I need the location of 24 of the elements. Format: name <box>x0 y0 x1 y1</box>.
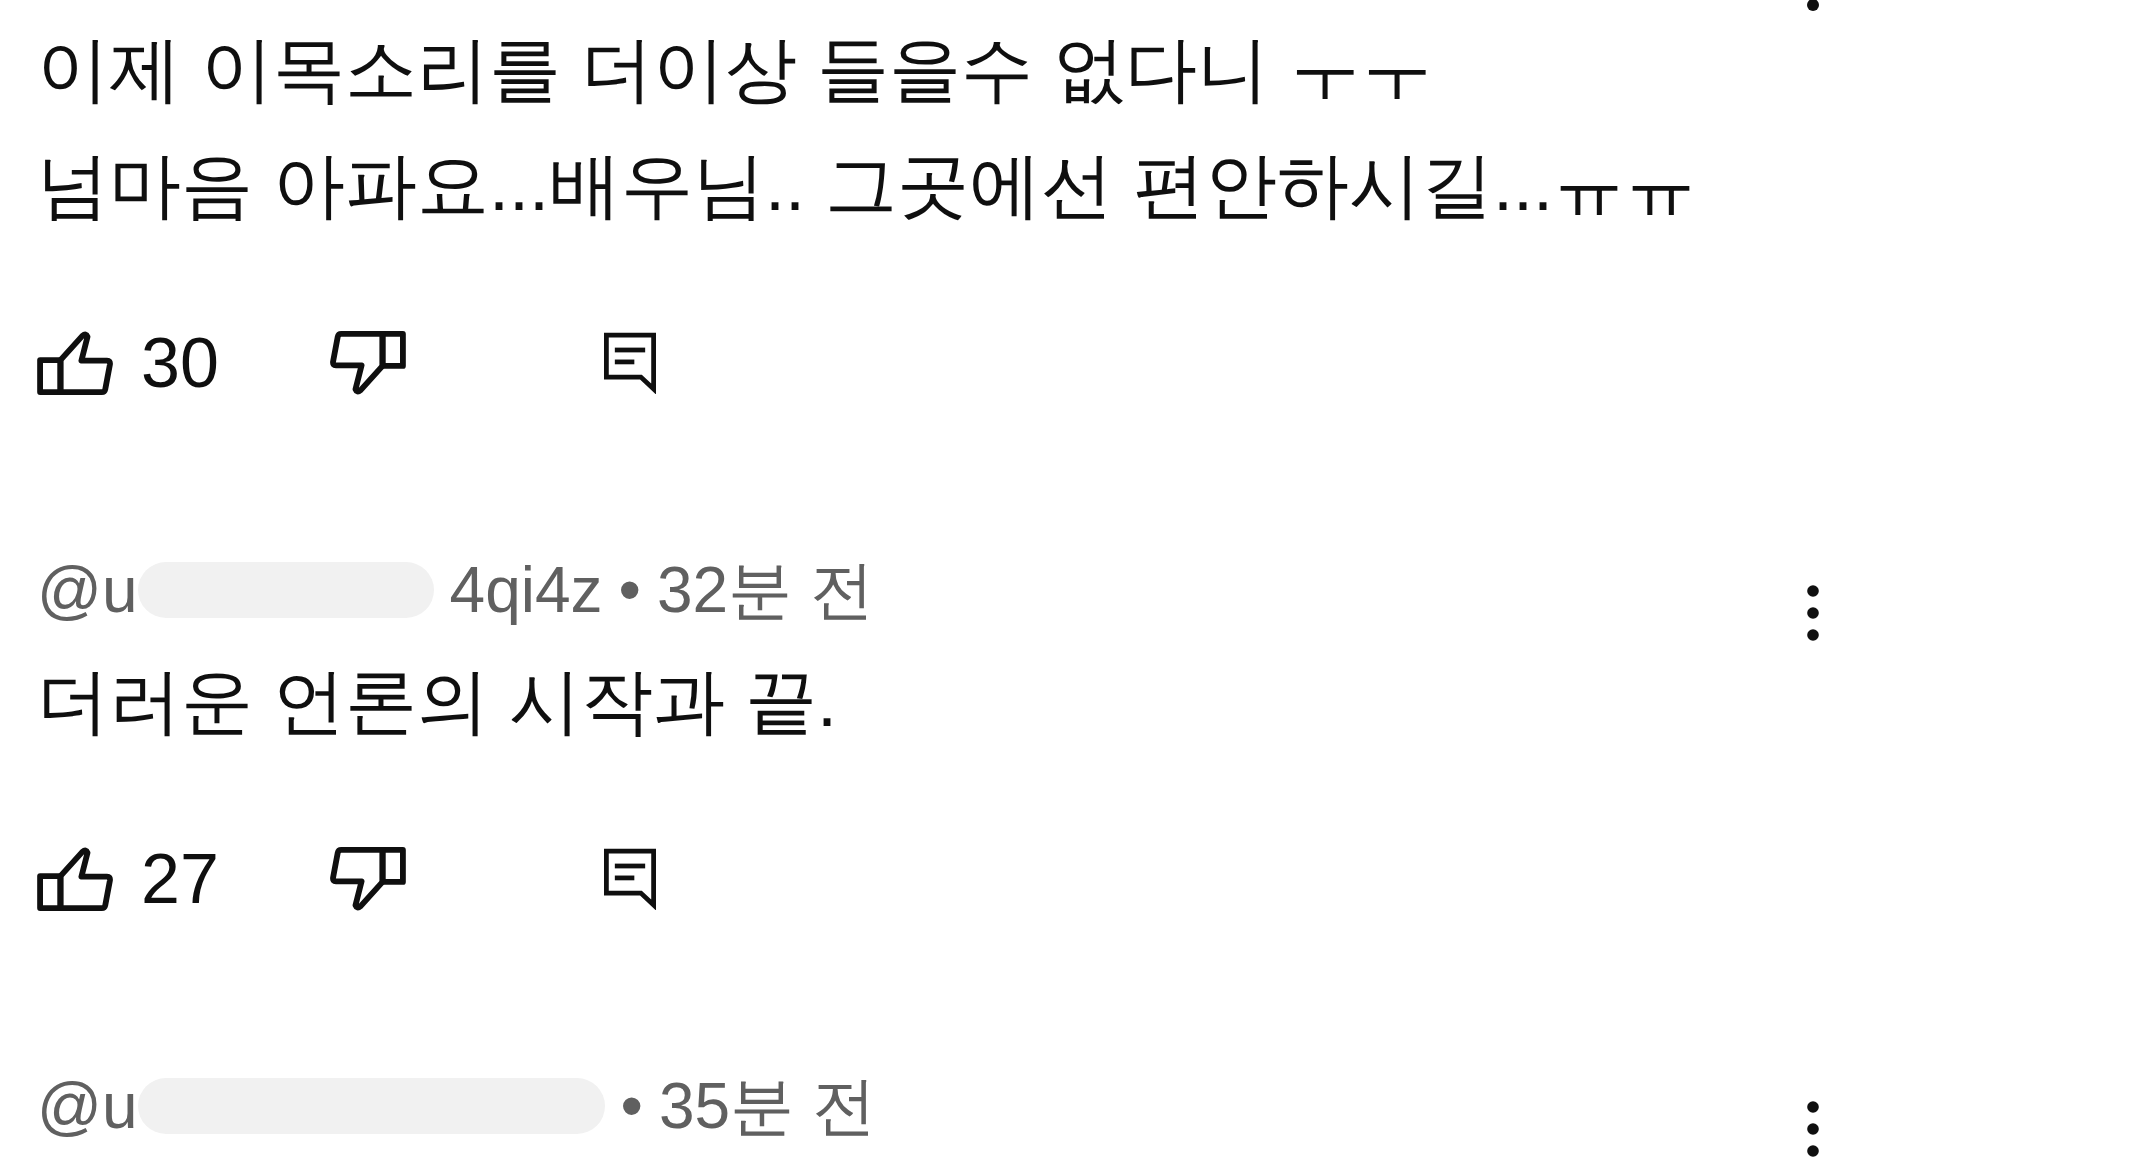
username-text: 4qi4z <box>449 553 603 628</box>
dislike-button[interactable] <box>329 331 406 395</box>
timestamp: 32분 전 <box>656 553 874 628</box>
comment-text: 이제 이목소리를 더이상 들을수 없다니 ㅜㅜ 넘마음 아파요...배우님.. 그곳에선 편안하시길...ㅠㅠ <box>37 28 1698 227</box>
like-button[interactable]: 27 <box>37 847 219 911</box>
thumbs-down-icon <box>329 847 406 911</box>
timestamp: 35분 전 <box>658 1069 876 1144</box>
menu-icon[interactable] <box>1806 0 1820 11</box>
reply-button[interactable] <box>603 332 656 394</box>
comment-icon <box>603 332 656 394</box>
like-button[interactable]: 30 <box>37 331 219 395</box>
menu-icon[interactable] <box>1806 585 1820 641</box>
separator-dot: • <box>620 1069 643 1144</box>
username-text: @u <box>37 1069 138 1144</box>
menu-icon[interactable] <box>1806 1101 1820 1157</box>
username-text: @u <box>37 553 138 628</box>
comment-text: 더러운 언론의 시작과 끝. <box>37 660 837 743</box>
thumbs-up-icon <box>37 331 113 395</box>
reply-button[interactable] <box>603 848 656 910</box>
thumbs-down-icon <box>329 331 406 395</box>
comment-icon <box>603 848 656 910</box>
separator-dot: • <box>618 553 641 628</box>
thumbs-up-icon <box>37 847 113 911</box>
dislike-button[interactable] <box>329 847 406 911</box>
